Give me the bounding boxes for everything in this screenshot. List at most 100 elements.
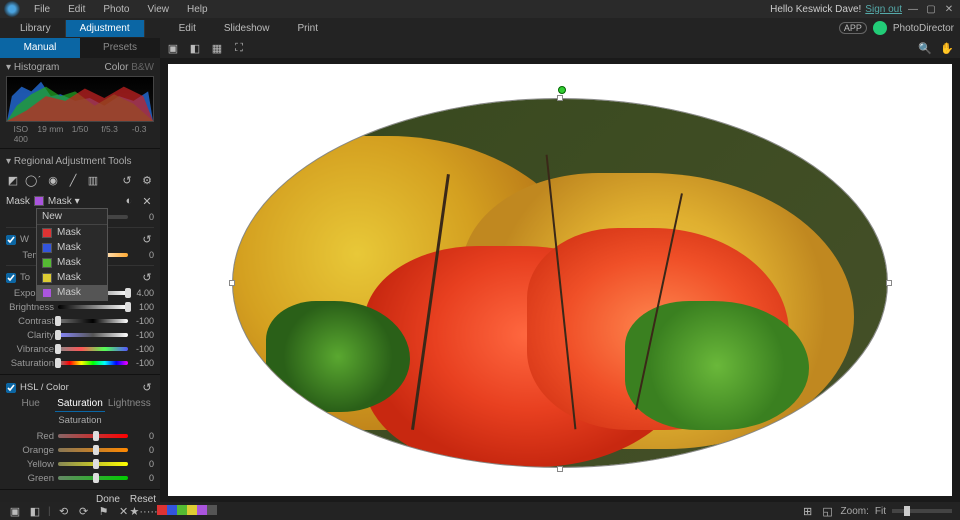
histogram-mode[interactable]: Color B&W <box>105 62 154 73</box>
mask-dd-item[interactable]: Mask <box>37 225 107 240</box>
color-label-swatch[interactable] <box>167 505 177 515</box>
tag-icon[interactable]: ⚑ <box>97 504 111 518</box>
color-label-swatch[interactable] <box>207 505 217 515</box>
delete-mask-icon[interactable]: ✕ <box>140 194 154 208</box>
view-single-icon[interactable]: ▣ <box>166 41 180 55</box>
hsl-slider-label: Red <box>6 431 54 442</box>
mask-dd-new[interactable]: New <box>37 209 107 224</box>
side-tab-presets[interactable]: Presets <box>80 38 160 58</box>
gradient-icon[interactable]: ▥ <box>86 173 100 187</box>
slider-value: 100 <box>132 302 154 312</box>
app-logo-icon <box>4 1 20 17</box>
fit-icon[interactable]: ⊞ <box>801 504 815 518</box>
tone-reset-icon[interactable]: ↺ <box>140 271 154 285</box>
reset-button[interactable]: Reset <box>130 494 156 502</box>
hsl-tab-hue[interactable]: Hue <box>6 396 55 412</box>
search-icon[interactable]: 🔍 <box>918 41 932 55</box>
menu-file[interactable]: File <box>26 2 58 17</box>
side-tab-manual[interactable]: Manual <box>0 38 80 58</box>
menu-photo[interactable]: Photo <box>95 2 137 17</box>
reject-icon[interactable]: ✕ <box>117 504 131 518</box>
mask-dropdown-button[interactable]: Mask ▾ <box>48 196 80 207</box>
tab-print[interactable]: Print <box>283 20 332 37</box>
menu-view[interactable]: View <box>140 2 178 17</box>
resize-handle-s[interactable] <box>557 466 563 472</box>
hsl-reset-icon[interactable]: ↺ <box>140 381 154 395</box>
hsl-slider-green[interactable] <box>58 476 128 480</box>
resize-handle-e[interactable] <box>886 280 892 286</box>
resize-handle-w[interactable] <box>229 280 235 286</box>
color-label-swatch[interactable] <box>157 505 167 515</box>
canvas[interactable] <box>168 64 952 496</box>
hsl-tab-saturation[interactable]: Saturation <box>55 396 104 412</box>
close-icon[interactable]: ✕ <box>942 2 956 16</box>
hsl-tab-lightness[interactable]: Lightness <box>105 396 154 412</box>
view-compare-icon[interactable]: ◧ <box>188 41 202 55</box>
rotate-handle[interactable] <box>558 86 566 94</box>
hsl-checkbox[interactable] <box>6 383 16 393</box>
reset-tool-icon[interactable]: ↺ <box>120 173 134 187</box>
tab-adjustment[interactable]: Adjustment <box>66 20 145 37</box>
wb-checkbox[interactable] <box>6 235 16 245</box>
settings-icon[interactable]: ⚙ <box>140 173 154 187</box>
hsl-slider-orange[interactable] <box>58 448 128 452</box>
color-label-swatch[interactable] <box>177 505 187 515</box>
menu-edit[interactable]: Edit <box>60 2 93 17</box>
sign-out-link[interactable]: Sign out <box>865 4 902 15</box>
menu-help[interactable]: Help <box>179 2 216 17</box>
mask-dd-item[interactable]: Mask <box>37 285 107 300</box>
radial-icon[interactable]: ◯ˊ <box>26 173 40 187</box>
color-label-swatch[interactable] <box>187 505 197 515</box>
wb-reset-icon[interactable]: ↺ <box>140 233 154 247</box>
mask-dd-item[interactable]: Mask <box>37 240 107 255</box>
histogram-graph <box>6 76 154 122</box>
hsl-slider-red[interactable] <box>58 434 128 438</box>
tone-checkbox[interactable] <box>6 273 16 283</box>
slider-label: Clarity <box>6 330 54 341</box>
slider-saturation[interactable] <box>58 361 128 365</box>
mask-dd-item[interactable]: Mask <box>37 255 107 270</box>
tab-edit[interactable]: Edit <box>165 20 210 37</box>
slider-contrast[interactable] <box>58 319 128 323</box>
hand-icon[interactable]: ✋ <box>940 41 954 55</box>
maximize-icon[interactable]: ▢ <box>924 2 938 16</box>
brush-icon[interactable]: ╱ <box>66 173 80 187</box>
zoom-slider[interactable] <box>892 509 952 513</box>
tab-slideshow[interactable]: Slideshow <box>210 20 284 37</box>
app-badge: APP <box>839 22 867 34</box>
view-fullscreen-icon[interactable]: ⛶ <box>232 41 246 55</box>
brand-icon <box>873 21 887 35</box>
rotate-left-icon[interactable]: ⟲ <box>57 504 71 518</box>
tone-label: To <box>20 272 30 283</box>
resize-handle-n[interactable] <box>557 95 563 101</box>
slider-clarity[interactable] <box>58 333 128 337</box>
slider-vibrance[interactable] <box>58 347 128 351</box>
rotate-right-icon[interactable]: ⟳ <box>77 504 91 518</box>
mask-dd-item[interactable]: Mask <box>37 270 107 285</box>
tab-library[interactable]: Library <box>6 20 66 37</box>
mask-label: Mask <box>6 196 30 207</box>
status-view1-icon[interactable]: ▣ <box>8 504 22 518</box>
crop-icon[interactable]: ◩ <box>6 173 20 187</box>
view-grid-icon[interactable]: ▦ <box>210 41 224 55</box>
eye-icon[interactable]: ◉ <box>46 173 60 187</box>
slider-label: Vibrance <box>6 344 54 355</box>
hsl-slider-value: 0 <box>132 473 154 483</box>
hsl-slider-label: Orange <box>6 445 54 456</box>
image-ellipse-mask[interactable] <box>232 98 888 468</box>
slider-brightness[interactable] <box>58 305 128 309</box>
rating-icon[interactable]: ★····· <box>137 504 151 518</box>
color-label-swatch[interactable] <box>197 505 207 515</box>
minimize-icon[interactable]: — <box>906 2 920 16</box>
hsl-slider-yellow[interactable] <box>58 462 128 466</box>
zoom-label: Zoom: <box>841 506 869 517</box>
hsl-slider-label: Green <box>6 473 54 484</box>
onetoone-icon[interactable]: ◱ <box>821 504 835 518</box>
status-view2-icon[interactable]: ◧ <box>28 504 42 518</box>
zoom-value[interactable]: Fit <box>875 506 886 517</box>
invert-icon[interactable]: ◐ <box>122 194 136 208</box>
wb-label: W <box>20 234 29 245</box>
done-button[interactable]: Done <box>96 494 120 502</box>
slider-value: 4.00 <box>132 288 154 298</box>
slider-value: -100 <box>132 344 154 354</box>
